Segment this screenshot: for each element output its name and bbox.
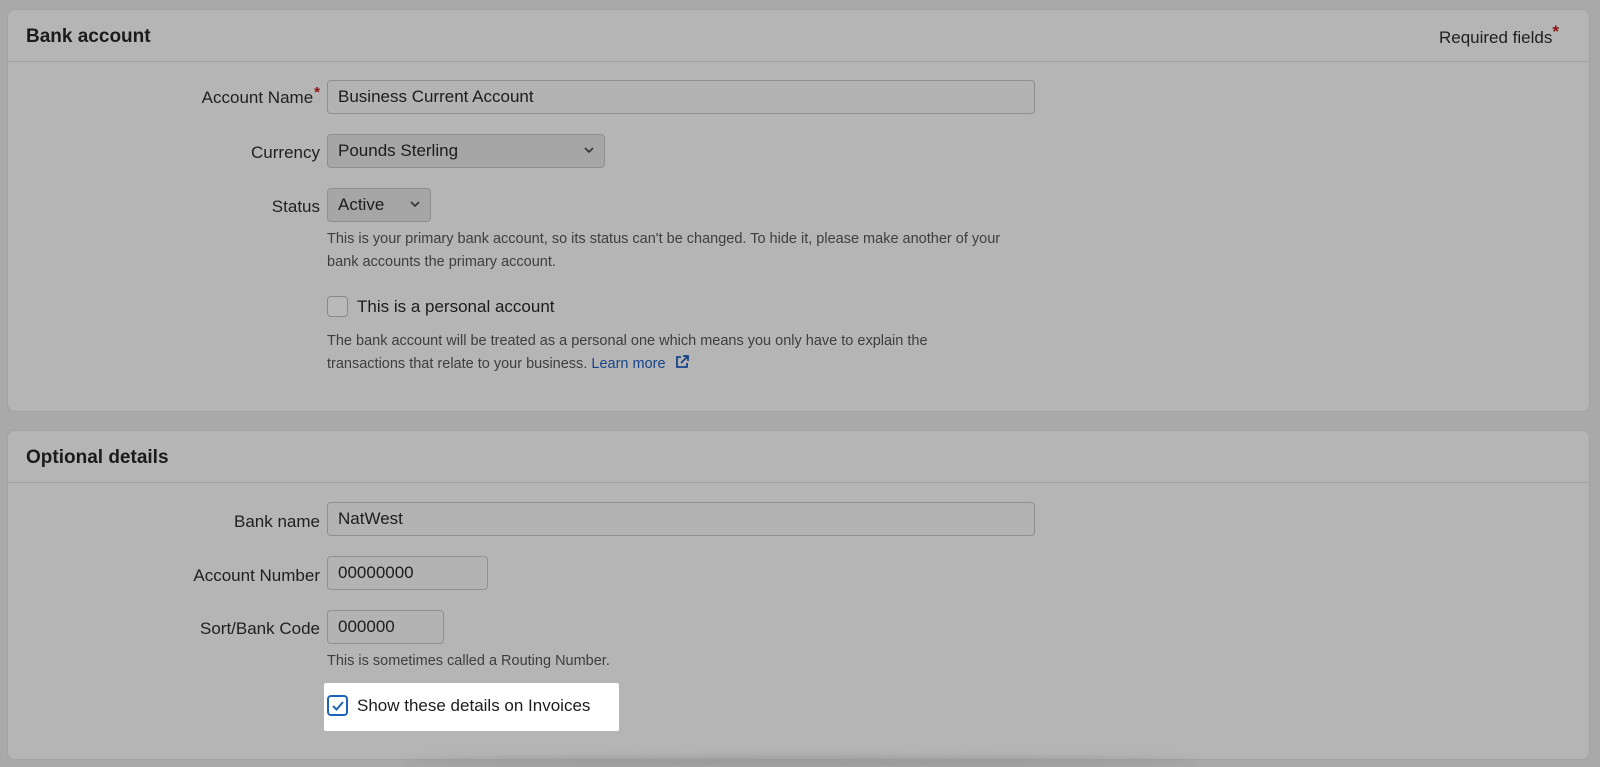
account-number-input[interactable]: 00000000: [327, 556, 488, 590]
show-on-invoices-row[interactable]: Show these details on Invoices: [327, 695, 590, 716]
bank-account-title: Bank account: [26, 26, 151, 47]
required-star: *: [1552, 22, 1559, 41]
modal-shadow: [400, 757, 1200, 767]
account-name-required-star: *: [314, 84, 320, 101]
chevron-down-icon: [410, 201, 420, 208]
sort-code-help-text: This is sometimes called a Routing Numbe…: [327, 653, 610, 669]
bank-name-label: Bank name: [234, 512, 320, 531]
bank-name-input[interactable]: NatWest: [327, 502, 1035, 536]
account-name-label: Account Name*: [201, 84, 320, 107]
external-link-icon[interactable]: [674, 354, 690, 370]
optional-details-title: Optional details: [26, 447, 169, 468]
personal-account-label: This is a personal account: [357, 296, 555, 316]
optional-details-header: Optional details: [8, 431, 1589, 483]
sort-code-input[interactable]: 000000: [327, 610, 444, 644]
status-help-text: This is your primary bank account, so it…: [327, 231, 1001, 270]
currency-label: Currency: [251, 143, 320, 162]
sort-code-label: Sort/Bank Code: [199, 619, 320, 638]
personal-help-text: The bank account will be treated as a pe…: [327, 333, 928, 372]
currency-select[interactable]: Pounds Sterling: [327, 134, 605, 168]
show-on-invoices-label: Show these details on Invoices: [357, 695, 591, 715]
account-name-input[interactable]: Business Current Account: [327, 80, 1035, 114]
personal-account-checkbox[interactable]: [327, 296, 348, 317]
bank-account-header: Bank account Required fields*: [8, 10, 1589, 62]
checkmark-icon: [332, 701, 344, 711]
account-number-label: Account Number: [193, 566, 320, 585]
required-fields-note: Required fields*: [1438, 22, 1559, 47]
status-label: Status: [271, 197, 320, 216]
status-select[interactable]: Active: [327, 188, 431, 222]
personal-account-row[interactable]: This is a personal account: [327, 296, 555, 317]
chevron-down-icon: [584, 147, 594, 154]
optional-details-panel: Optional details: [7, 430, 1590, 760]
show-on-invoices-checkbox[interactable]: [327, 695, 348, 716]
learn-more-link[interactable]: Learn more: [591, 356, 665, 372]
